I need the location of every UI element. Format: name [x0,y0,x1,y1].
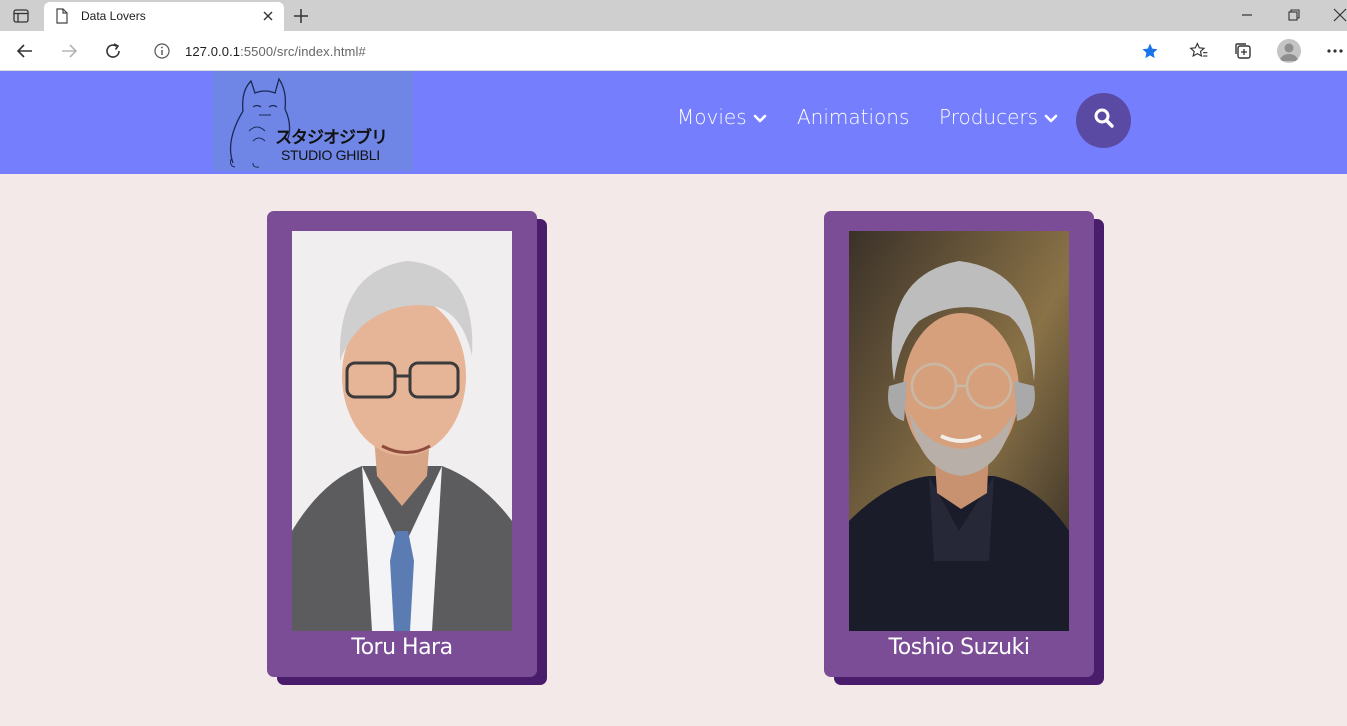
producer-card[interactable]: Toshio Suzuki [824,211,1104,685]
collections-icon[interactable] [1232,40,1254,62]
browser-tab-bar: Data Lovers [0,0,1347,31]
close-window-icon[interactable] [1330,5,1347,25]
search-icon [1093,107,1115,134]
nav-animations[interactable]: Animations [797,105,909,129]
search-button[interactable] [1076,93,1131,148]
address-bar[interactable]: 127.0.0.1:5500/src/index.html# [141,35,1171,67]
forward-arrow-icon[interactable] [58,40,80,62]
nav-animations-label: Animations [797,105,910,129]
reload-icon[interactable] [102,40,124,62]
card-body: Toru Hara [267,211,537,677]
site-info-icon[interactable] [154,43,170,64]
url-host: 127.0.0.1 [185,44,241,59]
page-icon [56,8,68,29]
profile-avatar[interactable] [1277,39,1301,63]
nav-producers[interactable]: Producers [939,105,1058,129]
studio-ghibli-logo[interactable]: スタジオジブリ STUDIO GHIBLI [213,71,413,171]
chevron-down-icon [1044,105,1058,129]
producer-photo [849,231,1069,631]
tab-actions-icon[interactable] [8,6,34,26]
minimize-icon[interactable] [1237,5,1257,25]
site-header: スタジオジブリ STUDIO GHIBLI Movies Animations … [0,71,1347,174]
logo-japanese-text: スタジオジブリ [275,128,388,148]
nav-movies[interactable]: Movies [677,105,767,129]
browser-tab[interactable]: Data Lovers [44,2,284,31]
nav-movies-label: Movies [677,105,747,129]
producer-name: Toshio Suzuki [888,635,1030,660]
url-path: :5500/src/index.html# [240,44,366,59]
tab-title: Data Lovers [81,9,146,23]
producer-name: Toru Hara [351,635,453,660]
restore-icon[interactable] [1284,5,1304,25]
favorite-star-icon[interactable] [1141,42,1159,65]
back-arrow-icon[interactable] [14,40,36,62]
new-tab-icon[interactable] [291,6,311,26]
producer-photo [292,231,512,631]
url-text: 127.0.0.1:5500/src/index.html# [185,44,366,59]
close-tab-icon[interactable] [261,9,275,23]
more-options-icon[interactable] [1324,40,1346,62]
logo-english-text: STUDIO GHIBLI [281,147,380,163]
nav-producers-label: Producers [939,105,1039,129]
card-body: Toshio Suzuki [824,211,1094,677]
producer-card[interactable]: Toru Hara [267,211,547,685]
chevron-down-icon [753,105,767,129]
browser-toolbar: 127.0.0.1:5500/src/index.html# [0,31,1347,71]
favorites-icon[interactable] [1188,40,1210,62]
